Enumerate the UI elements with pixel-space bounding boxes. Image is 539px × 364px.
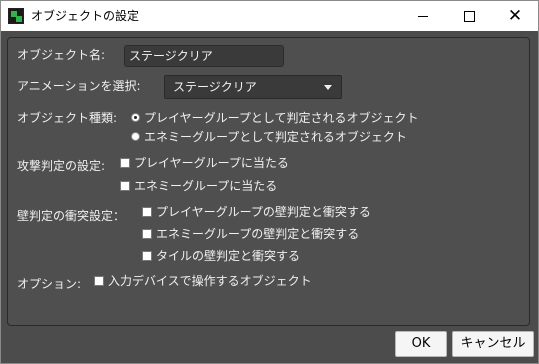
object-type-enemy-label[interactable]: エネミーグループとして判定されるオブジェクト	[144, 130, 407, 145]
close-icon: ✕	[507, 5, 523, 26]
chevron-down-icon	[324, 85, 332, 90]
minimize-icon	[418, 15, 428, 17]
input-device-label[interactable]: 入力デバイスで操作するオブジェクト	[108, 274, 312, 289]
wall-enemy-checkbox[interactable]	[142, 229, 152, 239]
wall-collision-label: 壁判定の衝突設定：	[17, 209, 126, 223]
wall-tile-checkbox[interactable]	[142, 251, 152, 261]
animation-select[interactable]: ステージクリア	[164, 75, 342, 99]
minimize-button[interactable]	[400, 1, 446, 31]
maximize-icon	[463, 10, 475, 22]
maximize-button[interactable]	[446, 1, 492, 31]
title-bar[interactable]: オブジェクトの設定 ✕	[1, 1, 538, 31]
cancel-button[interactable]: キャンセル	[452, 331, 534, 357]
attack-enemy-checkbox[interactable]	[120, 181, 130, 191]
attack-enemy-label[interactable]: エネミーグループに当たる	[134, 179, 277, 194]
animation-label: アニメーションを選択:	[17, 79, 141, 93]
object-type-player-radio[interactable]	[131, 113, 140, 122]
attack-player-checkbox[interactable]	[120, 158, 130, 168]
object-type-player-label[interactable]: プレイヤーグループとして判定されるオブジェクト	[144, 111, 419, 126]
options-label: オプション:	[17, 277, 82, 291]
object-type-label: オブジェクト種類:	[17, 111, 118, 125]
object-type-enemy-radio[interactable]	[131, 132, 140, 141]
object-name-label: オブジェクト名:	[17, 48, 106, 62]
attack-settings-label: 攻撃判定の設定:	[17, 159, 106, 173]
dialog-window: オブジェクトの設定 ✕ オブジェクト名: ステージクリア アニメーションを選択:…	[0, 0, 539, 364]
object-name-input[interactable]: ステージクリア	[124, 45, 284, 67]
wall-tile-label[interactable]: タイルの壁判定と衝突する	[156, 249, 300, 264]
wall-enemy-label[interactable]: エネミーグループの壁判定と衝突する	[156, 227, 359, 242]
app-icon	[8, 8, 24, 24]
ok-button[interactable]: OK	[395, 331, 447, 357]
attack-player-label[interactable]: プレイヤーグループに当たる	[134, 156, 289, 171]
wall-player-label[interactable]: プレイヤーグループの壁判定と衝突する	[156, 205, 371, 220]
close-button[interactable]: ✕	[492, 1, 538, 31]
animation-select-value: ステージクリア	[173, 80, 257, 94]
wall-player-checkbox[interactable]	[142, 207, 152, 217]
window-title: オブジェクトの設定	[31, 9, 140, 23]
input-device-checkbox[interactable]	[94, 276, 104, 286]
